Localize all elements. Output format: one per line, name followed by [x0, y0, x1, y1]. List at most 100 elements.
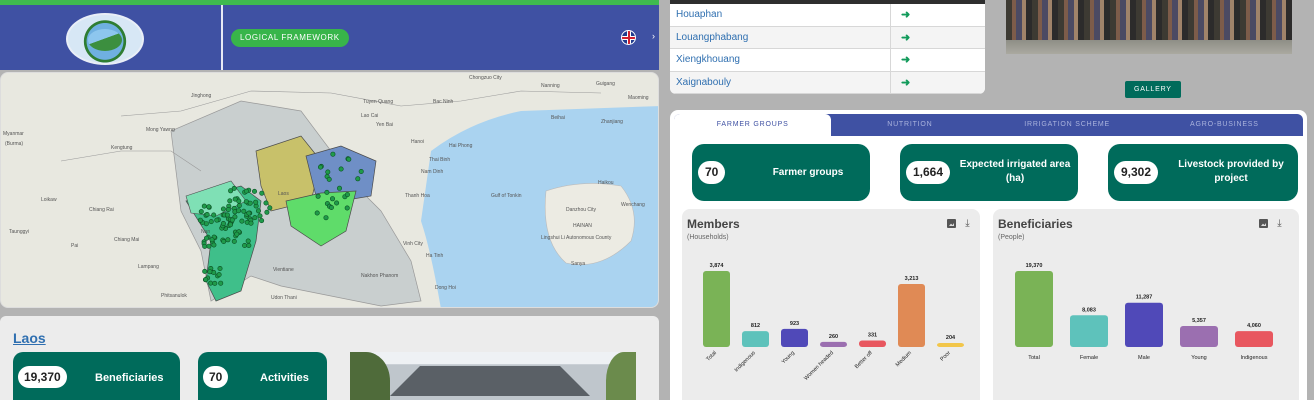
chart-bar[interactable]: [1015, 271, 1053, 347]
activity-marker[interactable]: [338, 166, 344, 172]
arrow-right-icon[interactable]: ➜: [891, 27, 985, 49]
activity-marker[interactable]: [267, 205, 273, 211]
activity-marker[interactable]: [355, 176, 361, 182]
activity-marker[interactable]: [252, 215, 258, 221]
uk-flag-icon[interactable]: [621, 30, 636, 45]
province-name[interactable]: Houaphan: [670, 4, 891, 26]
activity-marker[interactable]: [204, 235, 210, 241]
activity-marker[interactable]: [229, 217, 235, 223]
activity-marker[interactable]: [315, 193, 321, 199]
arrow-right-icon[interactable]: ➜: [891, 4, 985, 26]
province-name[interactable]: Xiengkhouang: [670, 49, 891, 71]
activity-marker[interactable]: [330, 151, 336, 157]
activity-marker[interactable]: [317, 164, 323, 170]
activity-marker[interactable]: [204, 212, 210, 218]
activity-marker[interactable]: [247, 200, 253, 206]
activity-marker[interactable]: [211, 242, 217, 248]
activity-marker[interactable]: [232, 196, 238, 202]
activity-marker[interactable]: [263, 200, 269, 206]
activity-marker[interactable]: [211, 212, 217, 218]
activity-marker[interactable]: [227, 198, 233, 204]
activity-marker[interactable]: [220, 206, 226, 212]
activity-marker[interactable]: [207, 269, 213, 275]
activity-marker[interactable]: [214, 217, 220, 223]
table-row[interactable]: Xaignabouly ➜: [670, 71, 985, 94]
arrow-right-icon[interactable]: ➜: [891, 72, 985, 94]
activity-marker[interactable]: [198, 209, 204, 215]
chart-bar[interactable]: [1235, 331, 1273, 347]
activity-marker[interactable]: [329, 196, 335, 202]
image-icon[interactable]: [1259, 219, 1268, 228]
activity-marker[interactable]: [252, 188, 258, 194]
activity-marker[interactable]: [228, 222, 234, 228]
table-row[interactable]: Houaphan ➜: [670, 4, 985, 27]
province-name[interactable]: Xaignabouly: [670, 71, 891, 93]
activity-marker[interactable]: [197, 217, 203, 223]
activity-marker[interactable]: [246, 243, 252, 249]
activity-marker[interactable]: [212, 280, 218, 286]
activity-marker[interactable]: [245, 238, 251, 244]
activity-marker[interactable]: [209, 237, 215, 243]
activity-marker[interactable]: [257, 213, 263, 219]
activity-marker[interactable]: [324, 189, 330, 195]
image-icon[interactable]: [947, 219, 956, 228]
activity-marker[interactable]: [326, 176, 332, 182]
activity-marker[interactable]: [224, 212, 230, 218]
chart-bar[interactable]: [937, 342, 964, 347]
activity-marker[interactable]: [328, 205, 334, 211]
tab-nutrition[interactable]: NUTRITION: [831, 114, 988, 136]
chart-bar[interactable]: [703, 271, 730, 347]
activity-marker[interactable]: [206, 243, 212, 249]
activity-marker[interactable]: [216, 272, 222, 278]
tab-agro-business[interactable]: AGRO-BUSINESS: [1146, 114, 1303, 136]
activity-marker[interactable]: [346, 156, 352, 162]
chart-bar[interactable]: [859, 340, 886, 347]
activity-marker[interactable]: [344, 192, 350, 198]
table-row[interactable]: Xiengkhouang ➜: [670, 49, 985, 72]
chart-bar[interactable]: [742, 331, 769, 347]
activity-marker[interactable]: [248, 220, 254, 226]
activity-marker[interactable]: [243, 188, 249, 194]
tab-farmer-groups[interactable]: FARMER GROUPS: [674, 114, 832, 136]
activity-marker[interactable]: [264, 209, 270, 215]
activity-marker[interactable]: [201, 203, 207, 209]
activity-marker[interactable]: [208, 280, 214, 286]
country-title-link[interactable]: Laos: [13, 330, 46, 346]
activity-marker[interactable]: [259, 190, 265, 196]
activity-marker[interactable]: [358, 169, 364, 175]
activity-marker[interactable]: [246, 210, 252, 216]
province-name[interactable]: Louangphabang: [670, 26, 891, 48]
download-icon[interactable]: ⤓: [963, 219, 972, 229]
activity-marker[interactable]: [314, 210, 320, 216]
activity-marker[interactable]: [253, 199, 259, 205]
map-view[interactable]: Chongzuo City Nanning Guigang Maoming Myanma…: [0, 72, 659, 308]
group-photo[interactable]: [1006, 0, 1292, 54]
activity-marker[interactable]: [217, 265, 223, 271]
logical-framework-button[interactable]: LOGICAL FRAMEWORK: [231, 29, 349, 47]
project-photo[interactable]: [350, 352, 636, 400]
activity-marker[interactable]: [218, 280, 224, 286]
arrow-right-icon[interactable]: ➜: [891, 49, 985, 71]
activity-marker[interactable]: [225, 237, 231, 243]
activity-marker[interactable]: [323, 215, 329, 221]
activity-marker[interactable]: [259, 218, 265, 224]
activity-marker[interactable]: [239, 218, 245, 224]
activity-marker[interactable]: [225, 207, 231, 213]
chart-bar[interactable]: [1070, 315, 1108, 347]
chart-bar[interactable]: [1180, 325, 1218, 347]
chart-bar[interactable]: [781, 328, 808, 347]
activity-marker[interactable]: [344, 205, 350, 211]
activity-marker[interactable]: [203, 277, 209, 283]
activity-marker[interactable]: [231, 238, 237, 244]
activity-marker[interactable]: [202, 243, 208, 249]
gallery-button[interactable]: GALLERY: [1125, 81, 1181, 98]
project-logo[interactable]: [66, 13, 144, 65]
activity-marker[interactable]: [242, 243, 248, 249]
activity-marker[interactable]: [228, 188, 234, 194]
activity-marker[interactable]: [206, 204, 212, 210]
download-icon[interactable]: ⤓: [1275, 219, 1284, 229]
activity-marker[interactable]: [234, 231, 240, 237]
activity-marker[interactable]: [325, 169, 331, 175]
activity-marker[interactable]: [220, 221, 226, 227]
activity-marker[interactable]: [202, 268, 208, 274]
